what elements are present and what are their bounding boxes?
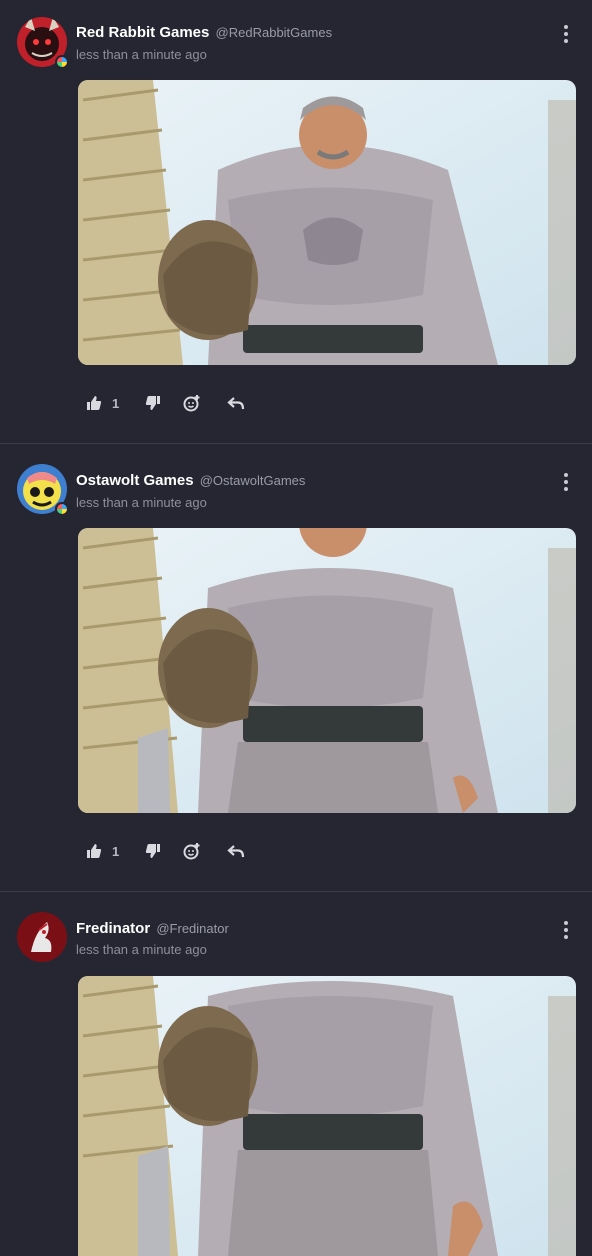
post-card: Ostawolt Games @OstawoltGames less than … xyxy=(0,443,592,891)
post-image[interactable] xyxy=(78,528,576,813)
add-reaction-button[interactable] xyxy=(183,841,201,861)
reply-button[interactable] xyxy=(227,393,245,413)
post-card: Red Rabbit Games @RedRabbitGames less th… xyxy=(0,0,592,443)
avatar[interactable] xyxy=(17,912,67,962)
verified-badge-icon xyxy=(55,502,69,516)
dislike-button[interactable] xyxy=(145,841,161,861)
author-handle[interactable]: @OstawoltGames xyxy=(200,473,306,488)
thumbs-down-icon xyxy=(146,396,161,410)
post-feed: Red Rabbit Games @RedRabbitGames less th… xyxy=(0,0,592,1256)
author-line: Ostawolt Games @OstawoltGames xyxy=(76,472,305,489)
thumbs-down-icon xyxy=(146,844,161,858)
like-button[interactable] xyxy=(86,841,102,861)
author-name[interactable]: Fredinator xyxy=(76,920,150,937)
post-timestamp[interactable]: less than a minute ago xyxy=(76,495,207,510)
avatar[interactable] xyxy=(17,17,69,69)
like-count: 1 xyxy=(112,395,120,411)
post-card: Fredinator @Fredinator less than a minut… xyxy=(0,891,592,1256)
verified-badge-icon xyxy=(55,55,69,69)
thumbs-up-icon xyxy=(87,844,102,858)
post-actions: 1 xyxy=(86,841,245,861)
author-line: Fredinator @Fredinator xyxy=(76,920,229,937)
post-image[interactable] xyxy=(78,976,576,1256)
more-options-icon[interactable] xyxy=(560,473,572,491)
dislike-button[interactable] xyxy=(145,393,161,413)
like-button[interactable] xyxy=(86,393,102,413)
reply-icon xyxy=(227,845,245,858)
more-options-icon[interactable] xyxy=(560,921,572,939)
author-line: Red Rabbit Games @RedRabbitGames xyxy=(76,24,332,41)
like-count: 1 xyxy=(112,843,120,859)
add-reaction-button[interactable] xyxy=(183,393,201,413)
author-name[interactable]: Red Rabbit Games xyxy=(76,24,209,41)
author-handle[interactable]: @RedRabbitGames xyxy=(216,25,333,40)
add-reaction-icon xyxy=(183,395,200,412)
more-options-icon[interactable] xyxy=(560,25,572,43)
add-reaction-icon xyxy=(183,843,200,860)
post-image[interactable] xyxy=(78,80,576,365)
author-handle[interactable]: @Fredinator xyxy=(156,921,228,936)
avatar[interactable] xyxy=(17,464,69,516)
author-name[interactable]: Ostawolt Games xyxy=(76,472,194,489)
reply-icon xyxy=(227,397,245,410)
post-timestamp[interactable]: less than a minute ago xyxy=(76,942,207,957)
post-actions: 1 xyxy=(86,393,245,413)
post-timestamp[interactable]: less than a minute ago xyxy=(76,47,207,62)
thumbs-up-icon xyxy=(87,396,102,410)
avatar-image xyxy=(17,912,67,962)
reply-button[interactable] xyxy=(227,841,245,861)
